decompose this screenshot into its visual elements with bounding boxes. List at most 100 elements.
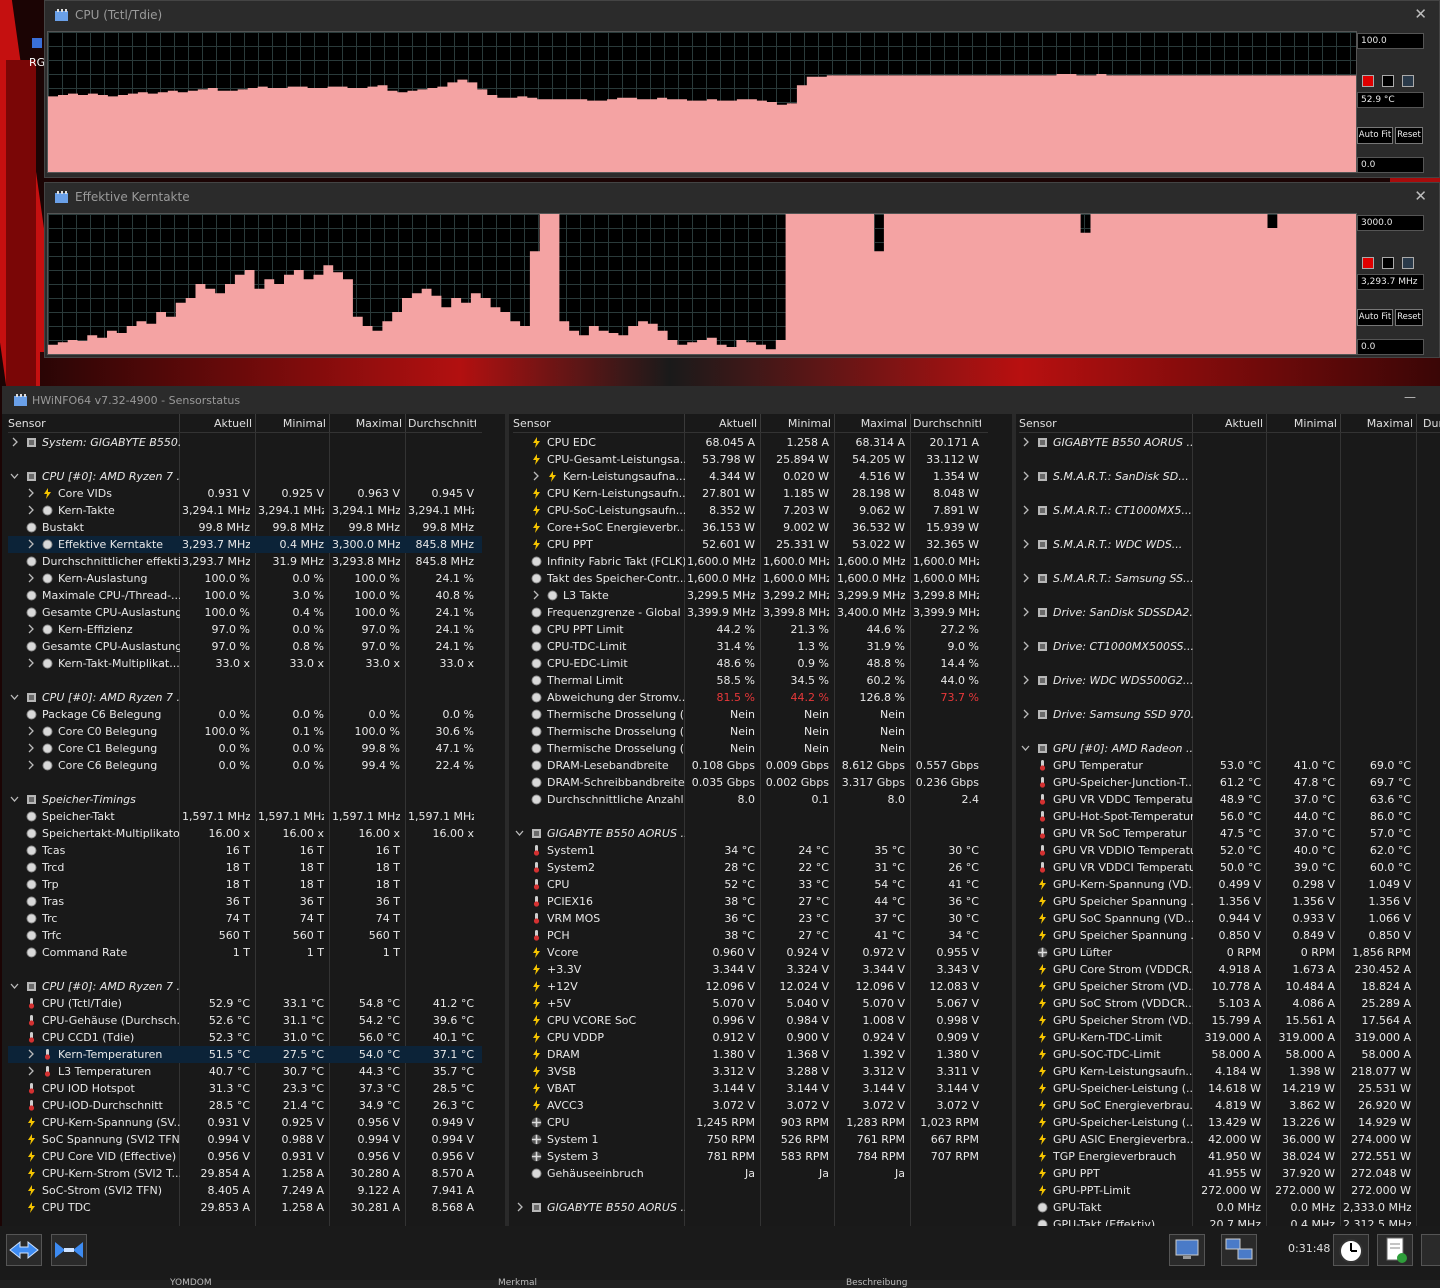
sensor-row[interactable]: CPU VDDP 0.912 V 0.900 V 0.924 V 0.909 V	[513, 1029, 988, 1046]
column-header-sensor[interactable]: Sensor	[8, 417, 176, 430]
expand-chevron-icon[interactable]	[26, 724, 35, 741]
sensor-row[interactable]: Thermal Limit 58.5 % 34.5 % 60.2 % 44.0 %	[513, 672, 988, 689]
sensor-row[interactable]: Package C6 Belegung 0.0 % 0.0 % 0.0 % 0.0 %	[8, 706, 482, 723]
collapse-chevron-icon[interactable]	[515, 826, 524, 843]
sensor-row[interactable]: PCIEX16 38 °C 27 °C 44 °C 36 °C	[513, 893, 988, 910]
expand-chevron-icon[interactable]	[1021, 435, 1030, 452]
sensor-row[interactable]: 3VSB 3.312 V 3.288 V 3.312 V 3.311 V	[513, 1063, 988, 1080]
expand-chevron-icon[interactable]	[1021, 639, 1030, 656]
sensor-row[interactable]: System2 28 °C 22 °C 31 °C 26 °C	[513, 859, 988, 876]
color-swatch-red[interactable]	[1362, 257, 1374, 269]
column-header-max[interactable]: Maximal	[837, 417, 907, 430]
expand-chevron-icon[interactable]	[26, 622, 35, 639]
sensor-row[interactable]: Core+SoC Energieverbr... 36.153 W 9.002 W 3…	[513, 519, 988, 536]
expand-chevron-icon[interactable]	[26, 1047, 35, 1064]
sensor-row[interactable]: VBAT 3.144 V 3.144 V 3.144 V 3.144 V	[513, 1080, 988, 1097]
sensor-row[interactable]: Tras 36 T 36 T 36 T	[8, 893, 482, 910]
sensor-row[interactable]: Frequenzgrenze - Global 3,399.9 MHz 3,399.…	[513, 604, 988, 621]
sensor-group-row[interactable]: System: GIGABYTE B550...	[8, 434, 482, 451]
sensor-row[interactable]: CPU-EDC-Limit 48.6 % 0.9 % 48.8 % 14.4 %	[513, 655, 988, 672]
sensor-row[interactable]: Bustakt 99.8 MHz 99.8 MHz 99.8 MHz 99.8 MHz	[8, 519, 482, 536]
sensor-row[interactable]: Effektive Kerntakte 3,293.7 MHz 0.4 MHz 3,3…	[8, 536, 482, 553]
sensor-row[interactable]: Kern-Temperaturen 51.5 °C 27.5 °C 54.0 °C 37…	[8, 1046, 482, 1063]
sensor-row[interactable]: CPU TDC 29.853 A 1.258 A 30.281 A 8.568 A	[8, 1199, 482, 1216]
column-separator[interactable]	[1340, 414, 1341, 432]
sensor-row[interactable]: Kern-Takte 3,294.1 MHz 3,294.1 MHz 3,294.1 …	[8, 502, 482, 519]
column-header-max[interactable]: Maximal	[1343, 417, 1413, 430]
sensor-row[interactable]: Core C6 Belegung 0.0 % 0.0 % 99.4 % 22.4 %	[8, 757, 482, 774]
sensor-row[interactable]: TGP Energieverbrauch 41.950 W 38.024 W 272.…	[1019, 1148, 1440, 1165]
sensor-row[interactable]: CPU-Gesamt-Leistungsa... 53.798 W 25.894 W…	[513, 451, 988, 468]
sensor-row[interactable]: DRAM-Schreibbandbreite 0.035 Gbps 0.002 Gb…	[513, 774, 988, 791]
column-separator[interactable]	[760, 414, 761, 432]
color-swatch-grey[interactable]	[1402, 75, 1414, 87]
column-separator[interactable]	[255, 414, 256, 432]
expand-chevron-icon[interactable]	[26, 571, 35, 588]
expand-chevron-icon[interactable]	[531, 588, 540, 605]
sensor-row[interactable]: GPU-SOC-TDC-Limit 58.000 A 58.000 A 58.000 …	[1019, 1046, 1440, 1063]
color-swatch-grey[interactable]	[1402, 257, 1414, 269]
sensor-row[interactable]: GPU VR VDDCI Temperatur 50.0 °C 39.0 °C 60.…	[1019, 859, 1440, 876]
sensor-row[interactable]: System1 34 °C 24 °C 35 °C 30 °C	[513, 842, 988, 859]
sensor-row[interactable]: GPU SoC Strom (VDDCR... 5.103 A 4.086 A 25.…	[1019, 995, 1440, 1012]
expand-chevron-icon[interactable]	[1021, 503, 1030, 520]
sensor-row[interactable]: GPU Speicher Spannung ... 1.356 V 1.356 V 1…	[1019, 893, 1440, 910]
sensor-row[interactable]: GPU Speicher Spannung ... 0.850 V 0.849 V 0…	[1019, 927, 1440, 944]
network-button[interactable]	[1221, 1234, 1257, 1266]
sensor-row[interactable]: CPU-Kern-Spannung (SV... 0.931 V 0.925 V 0.…	[8, 1114, 482, 1131]
sensor-row[interactable]: Speichertakt-Multiplikator 16.00 x 16.00 x…	[8, 825, 482, 842]
sensor-row[interactable]: Gesamte CPU-Auslastung 97.0 % 0.8 % 97.0 % 2…	[8, 638, 482, 655]
column-header-min[interactable]: Minimal	[258, 417, 326, 430]
graph-window-titlebar[interactable]: Effektive Kerntakte ✕	[45, 183, 1439, 211]
sensor-row[interactable]: GPU-Takt 0.0 MHz 0.0 MHz 2,333.0 MHz	[1019, 1199, 1440, 1216]
column-header-current[interactable]: Aktuell	[182, 417, 252, 430]
sensor-row[interactable]: CPU CCD1 (Tdie) 52.3 °C 31.0 °C 56.0 °C 40.1…	[8, 1029, 482, 1046]
sensor-row[interactable]: CPU (Tctl/Tdie) 52.9 °C 33.1 °C 54.8 °C 41.2…	[8, 995, 482, 1012]
expand-chevron-icon[interactable]	[10, 435, 19, 452]
expand-chevron-icon[interactable]	[26, 503, 35, 520]
sensor-row[interactable]: CPU-Kern-Strom (SVI2 T... 29.854 A 1.258 A…	[8, 1165, 482, 1182]
sensor-row[interactable]: GPU-Kern-TDC-Limit 319.000 A 319.000 A 319.…	[1019, 1029, 1440, 1046]
sensor-row[interactable]: SoC Spannung (SVI2 TFN) 0.994 V 0.988 V 0.9…	[8, 1131, 482, 1148]
collapse-chevron-icon[interactable]	[10, 690, 19, 707]
expand-chevron-icon[interactable]	[531, 469, 540, 486]
sensor-row[interactable]: Core C0 Belegung 100.0 % 0.1 % 100.0 % 30.6 …	[8, 723, 482, 740]
settings-button[interactable]	[1421, 1234, 1440, 1266]
expand-chevron-icon[interactable]	[1021, 537, 1030, 554]
sensor-group-row[interactable]: Speicher-Timings	[8, 791, 482, 808]
sensor-row[interactable]: CPU Kern-Leistungsaufn... 27.801 W 1.185 W…	[513, 485, 988, 502]
column-header-avg[interactable]: Durchschnitt	[913, 417, 981, 430]
collapse-chevron-icon[interactable]	[1021, 741, 1030, 758]
sensor-group-row[interactable]: CPU [#0]: AMD Ryzen 7 ...	[8, 978, 482, 995]
column-separator[interactable]	[910, 414, 911, 432]
sensor-row[interactable]: CPU-IOD-Durchschnitt 28.5 °C 21.4 °C 34.9 °…	[8, 1097, 482, 1114]
sensor-row[interactable]: Thermische Drosselung (... Nein Nein Nein	[513, 723, 988, 740]
column-separator[interactable]	[684, 414, 685, 432]
sensor-row[interactable]: GPU VR VDDIO Temperatur 52.0 °C 40.0 °C 62.…	[1019, 842, 1440, 859]
sensor-pane-2[interactable]: Sensor Aktuell Minimal Maximal Durchschnitt C…	[513, 414, 988, 1226]
color-swatch-red[interactable]	[1362, 75, 1374, 87]
sensor-row[interactable]: GPU-Speicher-Junction-T... 61.2 °C 47.8 °C…	[1019, 774, 1440, 791]
pane-splitter[interactable]	[505, 414, 509, 1226]
sensor-row[interactable]: GPU ASIC Energieverbra... 42.000 W 36.000 …	[1019, 1131, 1440, 1148]
sensor-row[interactable]: L3 Temperaturen 40.7 °C 30.7 °C 44.3 °C 35.7…	[8, 1063, 482, 1080]
sensor-row[interactable]: Thermische Drosselung (... Nein Nein Nein	[513, 740, 988, 757]
sensor-row[interactable]: CPU 1,245 RPM 903 RPM 1,283 RPM 1,023 RPM	[513, 1114, 988, 1131]
sensor-row[interactable]: Kern-Leistungsaufna... 4.344 W 0.020 W 4.51…	[513, 468, 988, 485]
column-header-max[interactable]: Maximal	[332, 417, 402, 430]
sensor-group-row[interactable]: Drive: CT1000MX500SS...	[1019, 638, 1440, 655]
sensor-row[interactable]: VRM MOS 36 °C 23 °C 37 °C 30 °C	[513, 910, 988, 927]
reset-button[interactable]: Reset	[1395, 127, 1423, 144]
sensor-row[interactable]: Maximale CPU-/Thread-... 100.0 % 3.0 % 100.…	[8, 587, 482, 604]
sensor-row[interactable]: System 3 781 RPM 583 RPM 784 RPM 707 RPM	[513, 1148, 988, 1165]
sensor-row[interactable]: GPU-Hot-Spot-Temperatur 56.0 °C 44.0 °C 86.…	[1019, 808, 1440, 825]
sensor-row[interactable]: CPU PPT Limit 44.2 % 21.3 % 44.6 % 27.2 %	[513, 621, 988, 638]
sensor-row[interactable]: Kern-Takt-Multiplikat... 33.0 x 33.0 x 33.0…	[8, 655, 482, 672]
sensor-group-row[interactable]: Drive: WDC WDS500G2...	[1019, 672, 1440, 689]
expand-chevron-icon[interactable]	[1021, 469, 1030, 486]
sensor-row[interactable]: System 1 750 RPM 526 RPM 761 RPM 667 RPM	[513, 1131, 988, 1148]
sensor-row[interactable]: Gesamte CPU-Auslastung 100.0 % 0.4 % 100.0 …	[8, 604, 482, 621]
sensor-row[interactable]: Thermische Drosselung (... Nein Nein Nein	[513, 706, 988, 723]
sensor-row[interactable]: Core VIDs 0.931 V 0.925 V 0.963 V 0.945 V	[8, 485, 482, 502]
sensor-row[interactable]: DRAM-Lesebandbreite 0.108 Gbps 0.009 Gbps 8…	[513, 757, 988, 774]
